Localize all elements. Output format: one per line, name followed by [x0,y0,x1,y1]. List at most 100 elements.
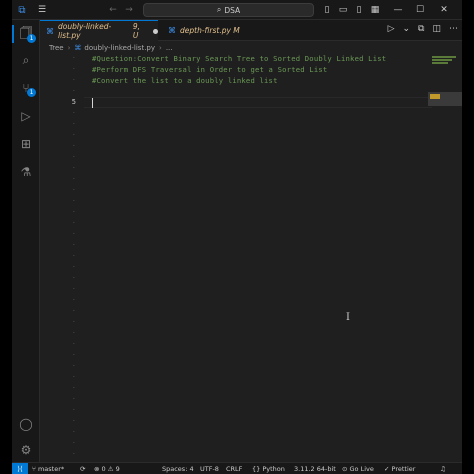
branch-status[interactable]: ⑂ master* [32,465,64,473]
activity-bar: 🗍 1 ⌕ ⑂ 1 ▷ ⊞ ⚗ ◯ ⚙ [12,20,40,462]
line-number: · [71,428,76,436]
vscode-logo-icon: ⧉ [18,4,26,16]
breadcrumb: Tree › ⌘ doubly-linked-list.py › ... [40,41,462,54]
line-number: · [71,340,76,348]
line-number-gutter: · · · · 5 · · · · · · · · · · · · · · · · · · · · · · · · · · · · · · · · [40,54,80,462]
line-number: · [71,373,76,381]
chevron-right-icon: › [159,43,162,52]
line-number: · [71,208,76,216]
search-view-icon[interactable]: ⌕ [12,48,40,72]
line-number: · [71,175,76,183]
toggle-secondary-sidebar-icon[interactable]: ▯ [354,3,364,17]
tab-status: M [233,26,240,35]
line-number: · [71,384,76,392]
extensions-icon[interactable]: ⊞ [12,132,40,156]
code-line-2: #Perform DFS Traversal in Order to get a… [92,65,328,74]
line-number: · [71,186,76,194]
tab-depth-first[interactable]: ⌘ depth-first.py M [162,20,252,41]
line-number: 5 [71,98,76,106]
line-number: · [71,439,76,447]
code-line-3: #Convert the list to a doubly linked lis… [92,76,278,85]
line-number: · [71,219,76,227]
run-debug-icon[interactable]: ▷ [12,104,40,128]
python-file-icon: ⌘ [74,43,82,52]
status-bar: ⟩⟨ ⑂ master* ⟳ ⊗ 0 ⚠ 9 Spaces: 4 UTF-8 C… [12,462,462,474]
prettier-status[interactable]: ✓ Prettier [384,465,415,473]
breadcrumb-more[interactable]: ... [166,44,173,52]
indentation-status[interactable]: Spaces: 4 [162,465,194,473]
line-number: · [71,395,76,403]
unsaved-dot-icon[interactable] [153,28,158,34]
run-file-icon[interactable]: ▷ [388,24,395,34]
line-number: · [71,406,76,414]
line-number: · [71,230,76,238]
explorer-icon[interactable]: 🗍 1 [12,22,40,46]
tab-doubly-linked-list[interactable]: ⌘ doubly-linked-list.py 9, U [40,20,158,41]
line-number: · [71,65,76,73]
text-cursor [92,98,93,108]
toggle-panel-icon[interactable]: ▭ [338,3,348,17]
line-number: · [71,329,76,337]
manage-gear-icon[interactable]: ⚙ [12,438,40,462]
compare-changes-icon[interactable]: ⧉ [418,24,424,34]
accounts-icon[interactable]: ◯ [12,412,40,436]
line-number: · [71,54,76,62]
language-status[interactable]: {} Python [252,465,285,473]
remote-indicator-icon[interactable]: ⟩⟨ [12,463,28,474]
notifications-bell-icon[interactable]: ♫ [440,465,446,473]
line-number: · [71,362,76,370]
line-number: · [71,252,76,260]
forward-arrow-icon[interactable]: → [124,3,134,17]
minimize-icon[interactable]: — [392,3,404,17]
tab-label: doubly-linked-list.py [58,22,112,40]
split-editor-icon[interactable]: ◫ [432,24,441,34]
ibeam-pointer-icon: I [346,312,350,323]
go-live-status[interactable]: ⊙ Go Live [342,465,374,473]
line-number: · [71,109,76,117]
code-line-1: #Question:Convert Binary Search Tree to … [92,54,387,63]
minimap-line [432,56,456,58]
line-number: · [71,76,76,84]
line-number: · [71,263,76,271]
vscode-window: ⧉ ☰ ← → ⌕ DSA ▯ ▭ ▯ ▦ — ☐ ✕ 🗍 1 ⌕ ⑂ 1 ▷ … [12,0,462,474]
line-number: · [71,153,76,161]
python-file-icon: ⌘ [168,26,176,35]
breadcrumb-file[interactable]: doubly-linked-list.py [84,44,155,52]
breadcrumb-folder[interactable]: Tree [49,44,64,52]
minimap-line [432,62,448,64]
search-icon: ⌕ [216,5,222,14]
maximize-icon[interactable]: ☐ [414,3,426,17]
source-control-icon[interactable]: ⑂ 1 [12,76,40,100]
testing-icon[interactable]: ⚗ [12,160,40,184]
eol-status[interactable]: CRLF [226,465,242,473]
more-actions-icon[interactable]: ⋯ [449,24,458,34]
code-area[interactable]: #Question:Convert Binary Search Tree to … [92,54,422,462]
tab-label: depth-first.py [180,26,231,35]
customize-layout-icon[interactable]: ▦ [370,3,380,17]
sync-icon[interactable]: ⟳ [80,465,85,473]
line-number: · [71,131,76,139]
warning-count: 9 [115,465,120,473]
explorer-badge: 1 [27,34,36,43]
minimap[interactable] [428,54,462,462]
line-number: · [71,87,76,95]
warning-marker-icon [430,94,440,99]
interpreter-status[interactable]: 3.11.2 64-bit [294,465,336,473]
close-icon[interactable]: ✕ [438,3,450,17]
run-dropdown-icon[interactable]: ⌄ [403,24,411,34]
menu-icon[interactable]: ☰ [36,3,48,17]
line-number: · [71,307,76,315]
encoding-status[interactable]: UTF-8 [200,465,219,473]
go-live-label: Go Live [349,465,374,473]
editor-tabs: ⌘ doubly-linked-list.py 9, U ⌘ depth-fir… [40,20,462,41]
code-editor[interactable]: · · · · 5 · · · · · · · · · · · · · · · · · · · · · · · · · · · · · · · · #Q… [40,54,462,462]
line-number: · [71,318,76,326]
problems-status[interactable]: ⊗ 0 ⚠ 9 [94,465,120,473]
back-arrow-icon[interactable]: ← [108,3,118,17]
line-number: · [71,450,76,458]
toggle-primary-sidebar-icon[interactable]: ▯ [322,3,332,17]
command-center-search[interactable]: ⌕ DSA [143,3,314,17]
line-number: · [71,274,76,282]
error-count: 0 [101,465,106,473]
line-number: · [71,120,76,128]
